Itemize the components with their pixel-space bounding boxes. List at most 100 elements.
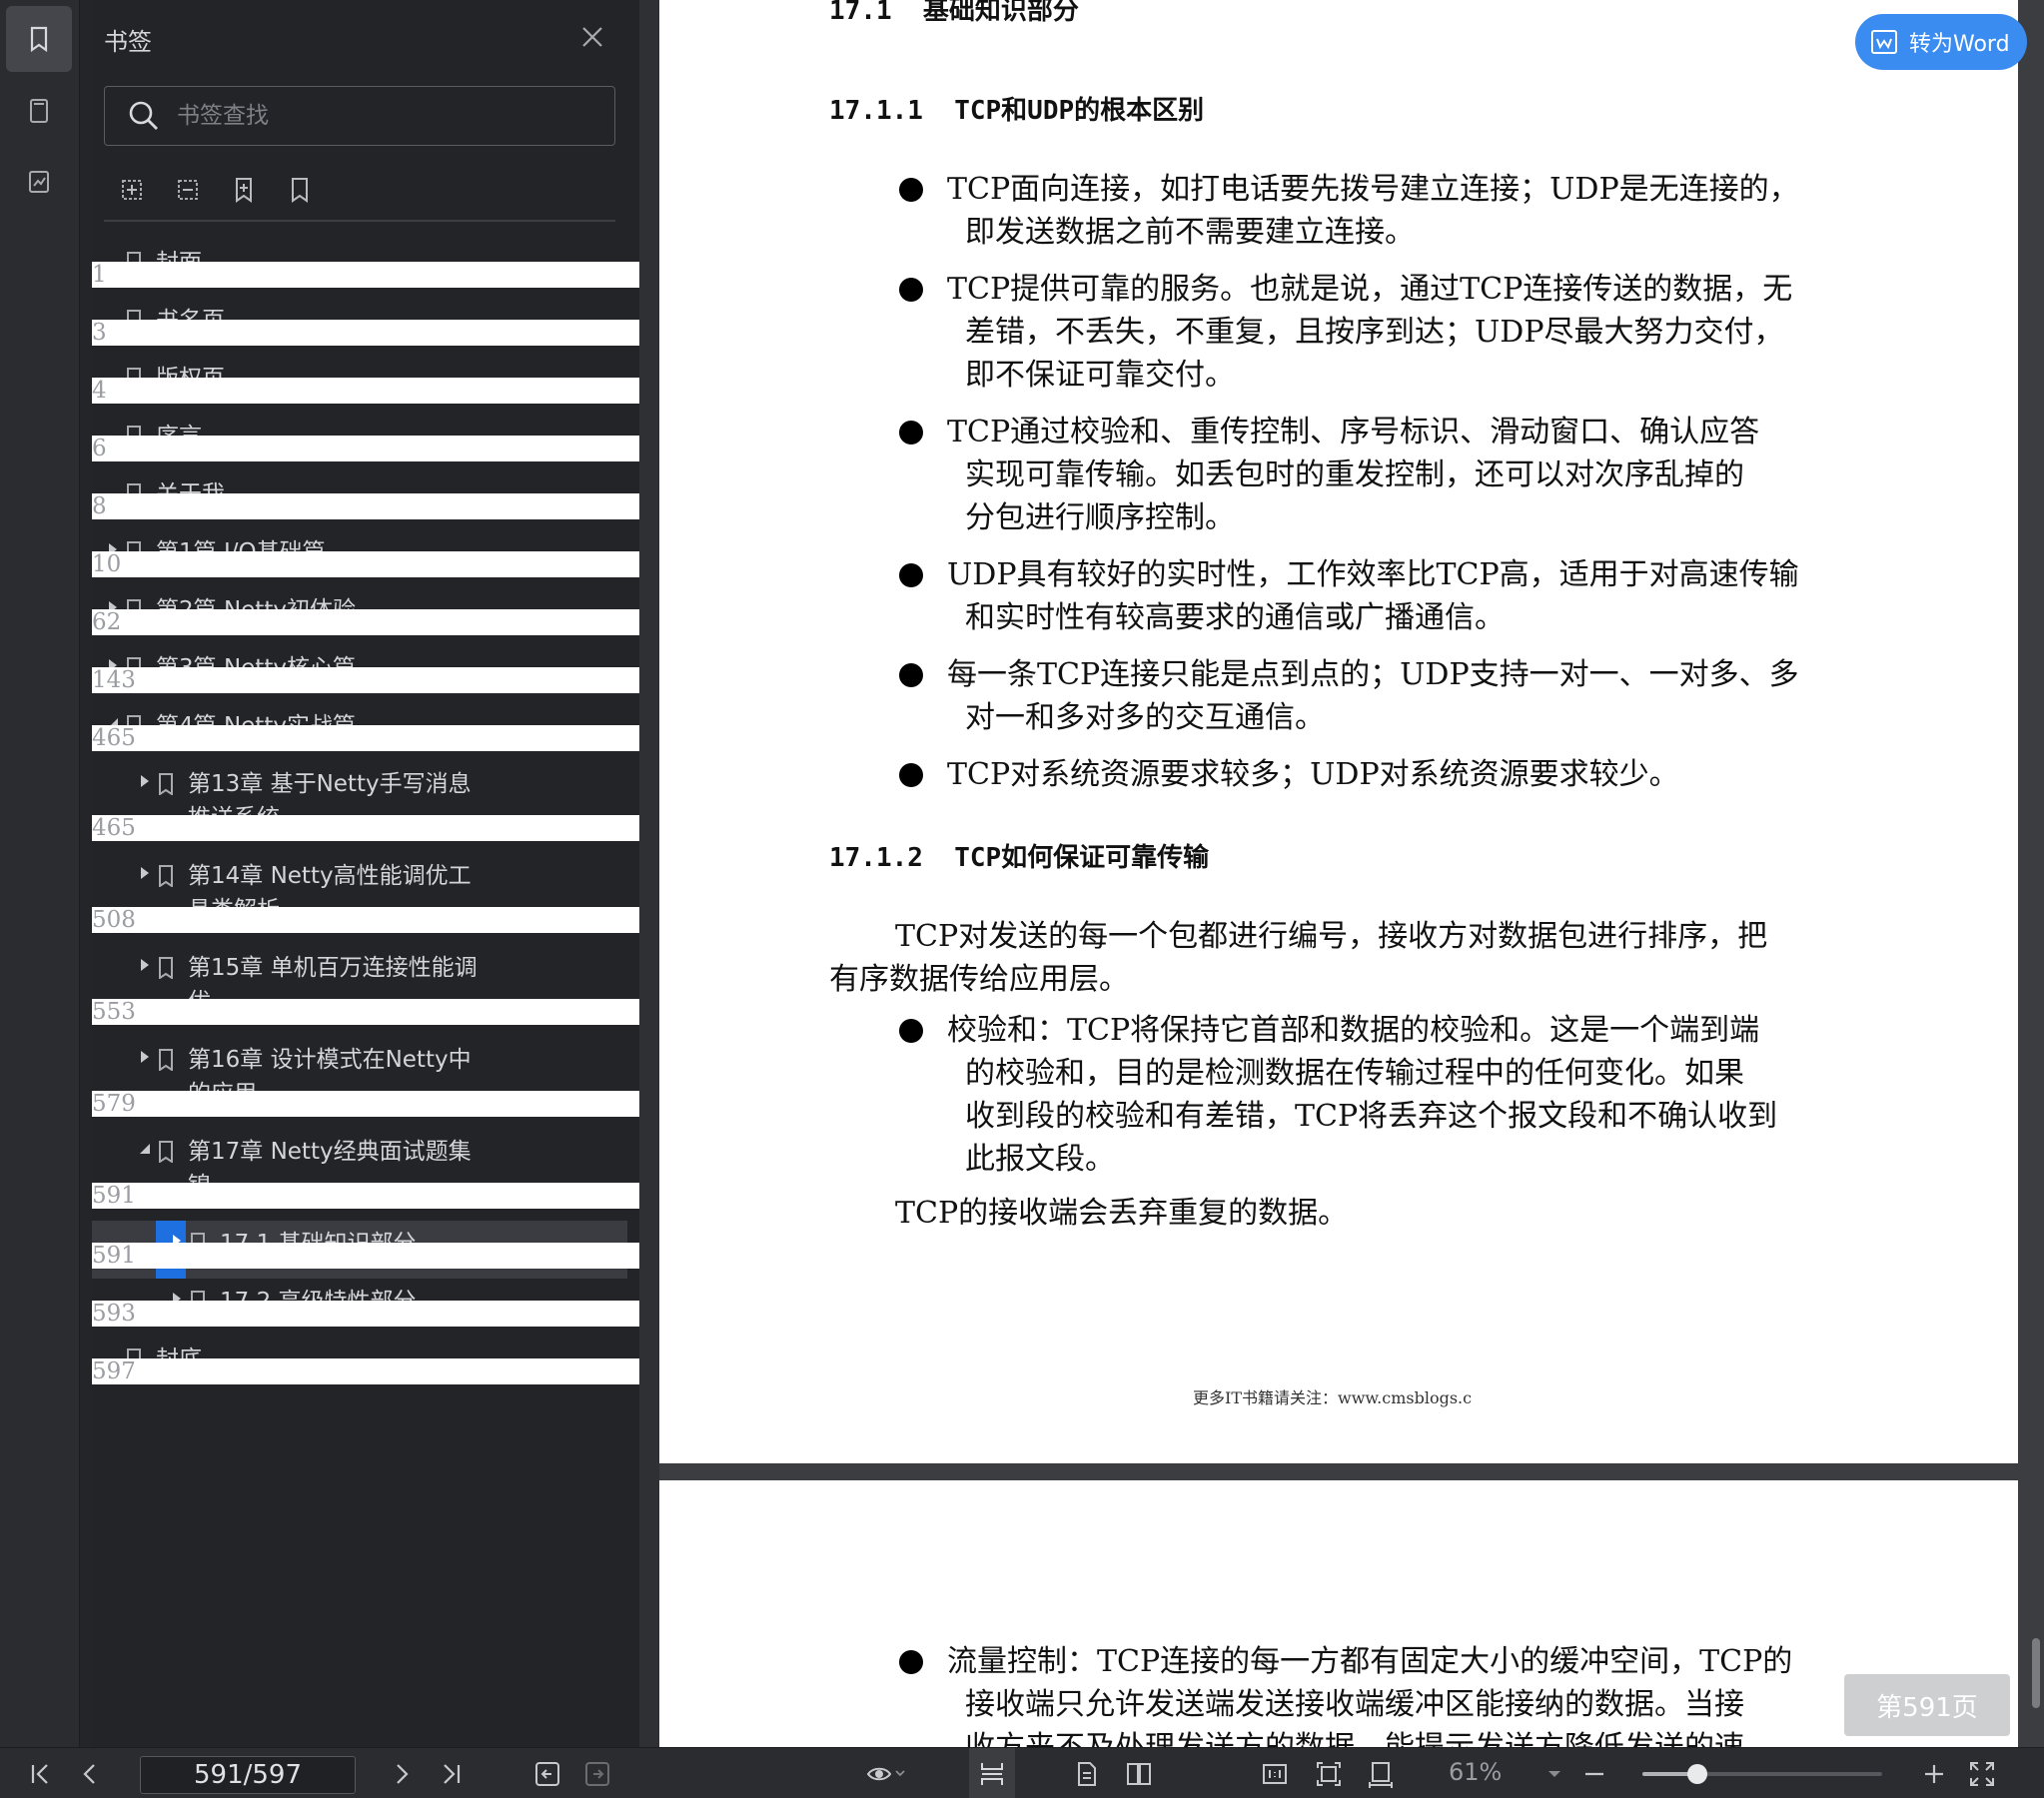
bullet-text-line: 接收端只允许发送端发送接收端缓冲区能接纳的数据。当接 xyxy=(965,1687,1744,1722)
bullet-text-line: 流量控制：TCP连接的每一方都有固定大小的缓冲空间，TCP的 xyxy=(947,1644,1793,1679)
page-thumbnail-icon xyxy=(30,99,48,123)
page-number-input[interactable]: 591/597 xyxy=(140,1756,356,1794)
document-page-592: 流量控制：TCP连接的每一方都有固定大小的缓冲空间，TCP的接收端只允许发送端发… xyxy=(659,1480,2018,1747)
bookmark-item[interactable]: 第16章 设计模式在Netty中的应用579 xyxy=(92,1037,1451,1129)
fullscreen-button[interactable] xyxy=(1966,1758,1998,1790)
zoom-slider-knob[interactable] xyxy=(1687,1764,1708,1784)
bookmark-item[interactable]: 17.2 高级特性部分593 xyxy=(92,1279,1451,1337)
history-back-button[interactable] xyxy=(531,1758,563,1790)
zoom-in-button[interactable] xyxy=(1918,1758,1950,1790)
bookmark-icon xyxy=(159,957,173,979)
zoom-level[interactable]: 61% xyxy=(1449,1758,1502,1786)
eye-icon xyxy=(866,1767,905,1781)
bullet-text-line: 和实时性有较高要求的通信或广播通信。 xyxy=(965,600,1505,635)
next-page-button[interactable] xyxy=(386,1758,418,1790)
document-viewport[interactable]: 17.1 基础知识部分 17.1.1 TCP和UDP的根本区别 TCP面向连接，… xyxy=(659,0,2044,1747)
add-bookmark-button[interactable] xyxy=(228,174,260,206)
bullet-text-line: TCP对系统资源要求较多；UDP对系统资源要求较少。 xyxy=(947,757,1679,792)
bullet-dot xyxy=(899,763,923,787)
bullet-dot xyxy=(899,563,923,587)
bookmark-item[interactable]: 封面1 xyxy=(92,240,1451,298)
history-forward-icon xyxy=(585,1762,609,1786)
expand-all-icon xyxy=(122,180,142,200)
bullet-text-line: 每一条TCP连接只能是点到点的；UDP支持一对一、一对多、多 xyxy=(947,657,1799,692)
scrollbar-thumb[interactable] xyxy=(2032,1638,2040,1708)
bookmark-icon xyxy=(159,865,173,887)
bookmark-item[interactable]: 第17章 Netty经典面试题集锦591 xyxy=(92,1129,1451,1221)
double-page-button[interactable] xyxy=(1123,1758,1155,1790)
bullet-text-line: 分包进行顺序控制。 xyxy=(965,500,1235,535)
annotation-tab-button[interactable] xyxy=(6,150,72,216)
bullet-text-line: TCP通过校验和、重传控制、序号标识、滑动窗口、确认应答 xyxy=(947,415,1760,450)
expand-all-button[interactable] xyxy=(116,174,148,206)
bookmark-item[interactable]: 第1篇 I/O基础篇10 xyxy=(92,529,1451,587)
convert-to-word-button[interactable]: 转为Word xyxy=(1855,14,2027,70)
collapse-all-icon xyxy=(178,180,198,200)
bookmark-label-line: 第14章 Netty高性能调优工 xyxy=(188,863,472,889)
bullet-text-line: 实现可靠传输。如丢包时的重发控制，还可以对次序乱掉的 xyxy=(965,457,1744,492)
collapse-all-button[interactable] xyxy=(172,174,204,206)
expand-arrow-icon[interactable] xyxy=(138,774,152,788)
fullscreen-icon xyxy=(1970,1762,1994,1786)
expand-arrow-icon[interactable] xyxy=(138,866,152,880)
close-icon[interactable] xyxy=(577,22,607,52)
continuous-scroll-button[interactable] xyxy=(976,1758,1008,1790)
bookmark-search-input[interactable] xyxy=(177,103,576,129)
panel-splitter[interactable] xyxy=(639,0,659,1747)
zoom-slider[interactable] xyxy=(1642,1764,1882,1784)
bookmark-label-line: 第17章 Netty经典面试题集 xyxy=(188,1139,472,1165)
previous-page-button[interactable] xyxy=(74,1758,106,1790)
search-icon xyxy=(129,101,158,130)
bookmark-item[interactable]: 第3篇 Netty核心篇143 xyxy=(92,645,1451,703)
paragraph-line: TCP的接收端会丢弃重复的数据。 xyxy=(895,1196,1349,1231)
bookmark-item[interactable]: 序言6 xyxy=(92,414,1451,471)
bottom-toolbar: 591/597 61% xyxy=(0,1747,2044,1798)
bullet-dot xyxy=(899,178,923,202)
last-page-button[interactable] xyxy=(436,1758,468,1790)
single-page-button[interactable] xyxy=(1071,1758,1103,1790)
bullet-text-line: 即不保证可靠交付。 xyxy=(965,358,1235,393)
bookmark-item[interactable]: 书名页3 xyxy=(92,298,1451,356)
expand-arrow-icon[interactable] xyxy=(138,958,152,972)
bookmark-item[interactable]: 第13章 基于Netty手写消息推送系统465 xyxy=(92,761,1451,853)
bookmark-label-line: 第13章 基于Netty手写消息 xyxy=(188,771,472,797)
bookmark-item[interactable]: 第4篇 Netty实战篇465 xyxy=(92,703,1451,761)
actual-size-button[interactable] xyxy=(1259,1758,1291,1790)
thumbnail-tab-button[interactable] xyxy=(6,78,72,144)
first-page-button[interactable] xyxy=(24,1758,56,1790)
plus-icon xyxy=(1925,1765,1943,1783)
vertical-scrollbar[interactable] xyxy=(2028,0,2044,1747)
collapse-arrow-icon[interactable] xyxy=(138,1142,152,1156)
left-icon-rail xyxy=(0,0,80,1747)
bookmark-tab-button[interactable] xyxy=(6,6,72,72)
bullet-text-line: 收到段的校验和有差错，TCP将丢弃这个报文段和不确认收到 xyxy=(965,1099,1778,1134)
bullet-dot xyxy=(899,1019,923,1043)
paragraph-line: TCP对发送的每一个包都进行编号，接收方对数据包进行排序，把 xyxy=(895,919,1768,954)
remove-bookmark-button[interactable] xyxy=(284,174,316,206)
bookmark-item[interactable]: 版权页4 xyxy=(92,356,1451,414)
bullet-text-line: UDP具有较好的实时性，工作效率比TCP高，适用于对高速传输 xyxy=(947,557,1799,592)
zoom-out-button[interactable] xyxy=(1578,1758,1610,1790)
bookmark-item[interactable]: 17.1 基础知识部分591 xyxy=(92,1221,1451,1279)
fit-width-button[interactable] xyxy=(1365,1758,1397,1790)
add-bookmark-icon xyxy=(236,178,252,203)
bookmark-item[interactable]: 第2篇 Netty初体验62 xyxy=(92,587,1451,645)
bullet-text-line: 校验和：TCP将保持它首部和数据的校验和。这是一个端到端 xyxy=(947,1013,1760,1048)
bookmark-item[interactable]: 第14章 Netty高性能调优工具类解析508 xyxy=(92,853,1451,945)
bookmark-label-line: 第16章 设计模式在Netty中 xyxy=(188,1047,472,1073)
bullet-text-line: 的校验和，目的是检测数据在传输过程中的任何变化。如果 xyxy=(965,1056,1744,1091)
bookmark-item[interactable]: 第15章 单机百万连接性能调优553 xyxy=(92,945,1451,1037)
panel-resize-strip xyxy=(80,0,92,1747)
fit-page-button[interactable] xyxy=(1313,1758,1345,1790)
bullet-text-line: 差错，不丢失，不重复，且按序到达；UDP尽最大努力交付， xyxy=(965,315,1784,350)
fit-width-icon xyxy=(1369,1762,1393,1788)
history-forward-button[interactable] xyxy=(581,1758,613,1790)
bookmark-toolbar xyxy=(116,174,316,206)
eye-care-mode-button[interactable] xyxy=(861,1758,909,1790)
expand-arrow-icon[interactable] xyxy=(138,1050,152,1064)
bookmark-item[interactable]: 关于我8 xyxy=(92,471,1451,529)
bookmark-item[interactable]: 封底597 xyxy=(92,1337,1451,1394)
actual-size-icon xyxy=(1263,1764,1287,1784)
zoom-dropdown-button[interactable] xyxy=(1538,1758,1570,1790)
bookmark-search-box[interactable] xyxy=(104,86,615,146)
